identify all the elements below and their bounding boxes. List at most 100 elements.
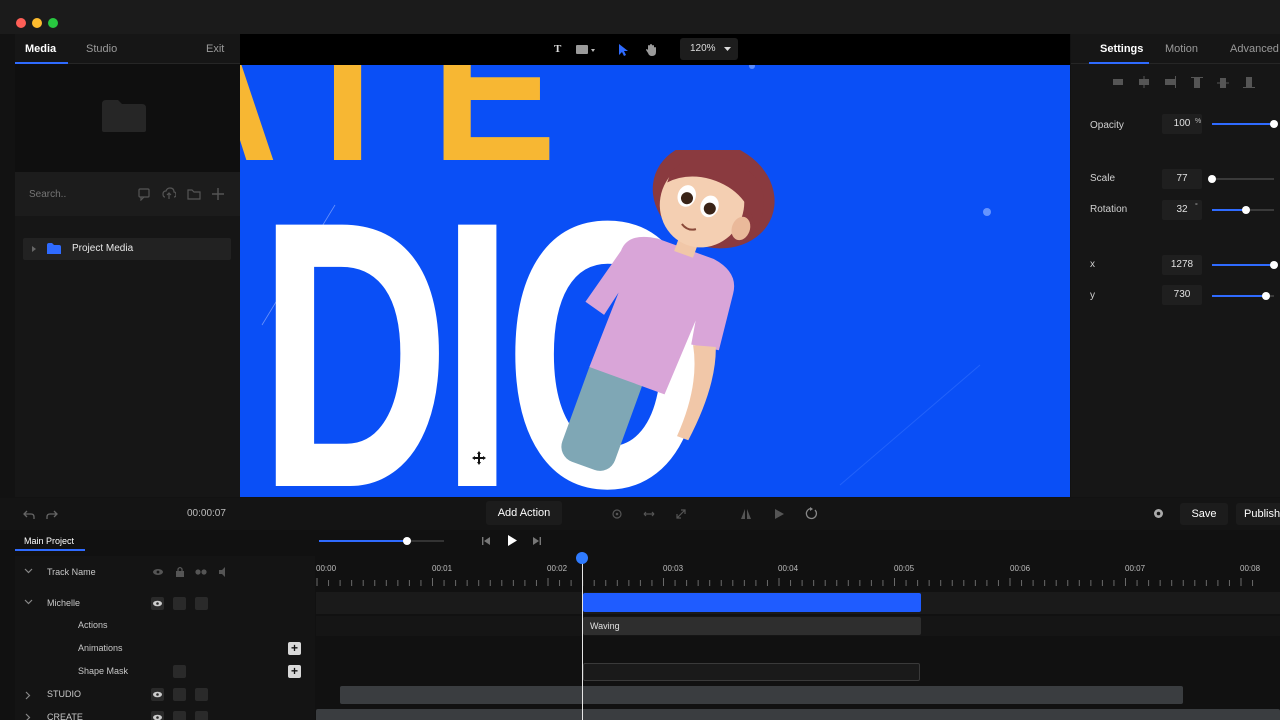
binoculars-icon[interactable]: [195, 567, 207, 576]
lock-toggle[interactable]: [173, 711, 186, 720]
visibility-toggle[interactable]: [151, 597, 164, 610]
speaker-icon[interactable]: [218, 567, 229, 577]
add-animation-button[interactable]: +: [288, 642, 301, 655]
target-icon[interactable]: [611, 508, 623, 520]
playback-handle[interactable]: [402, 537, 411, 545]
canvas-stage[interactable]: ATE DIO: [240, 65, 1070, 497]
upload-icon[interactable]: [162, 187, 176, 201]
tree-item-label: Project Media: [72, 243, 134, 254]
chevron-right-icon[interactable]: [25, 691, 31, 700]
solo-toggle[interactable]: [195, 688, 208, 701]
playback-progress-bar[interactable]: [319, 537, 444, 545]
ruler-tick-label: 00:07: [1125, 564, 1146, 573]
eye-icon[interactable]: [152, 568, 164, 576]
gear-icon[interactable]: [1152, 507, 1165, 520]
media-panel: Media Studio Exit Project Media: [15, 34, 240, 497]
redo-icon[interactable]: [46, 508, 58, 520]
close-window-button[interactable]: [16, 18, 26, 28]
skip-back-icon[interactable]: [481, 536, 491, 546]
timeline-clip-michelle[interactable]: [583, 593, 921, 612]
flip-icon[interactable]: [740, 508, 752, 520]
track-label-create[interactable]: CREATE: [47, 712, 83, 720]
hand-tool-icon[interactable]: [645, 43, 657, 57]
play-forward-icon[interactable]: [773, 508, 785, 520]
media-search-bar: [15, 172, 240, 216]
minimize-window-button[interactable]: [32, 18, 42, 28]
select-cursor-icon[interactable]: [617, 43, 629, 57]
track-label-studio[interactable]: STUDIO: [47, 689, 81, 699]
shape-tool-icon[interactable]: [575, 44, 597, 56]
tab-advanced[interactable]: Advanced: [1230, 43, 1279, 55]
lock-icon[interactable]: [175, 566, 185, 577]
media-search-input[interactable]: [29, 186, 129, 202]
play-icon[interactable]: [506, 534, 518, 547]
tab-exit[interactable]: Exit: [206, 43, 224, 55]
character-michelle[interactable]: [540, 150, 790, 490]
tab-main-project[interactable]: Main Project: [24, 536, 74, 546]
stage-particle: [983, 208, 991, 216]
x-slider[interactable]: [1212, 261, 1278, 269]
rotate-icon[interactable]: [805, 507, 818, 520]
track-label-animations[interactable]: Animations: [78, 643, 123, 653]
rotation-slider[interactable]: [1212, 206, 1274, 214]
visibility-toggle[interactable]: [151, 688, 164, 701]
timeline-tab-bar: Main Project: [15, 530, 1280, 552]
save-button[interactable]: Save: [1180, 503, 1228, 525]
tab-motion[interactable]: Motion: [1165, 43, 1198, 55]
text-tool-icon[interactable]: T: [554, 43, 561, 55]
chevron-right-icon[interactable]: [31, 245, 37, 253]
add-action-button[interactable]: Add Action: [486, 501, 562, 525]
solo-toggle[interactable]: [195, 597, 208, 610]
timeline-clip-studio[interactable]: [340, 686, 1183, 704]
add-icon[interactable]: [211, 187, 225, 201]
expand-icon[interactable]: [675, 508, 687, 520]
lock-toggle[interactable]: [173, 597, 186, 610]
zoom-select[interactable]: 120%: [680, 38, 738, 60]
timeline-ruler[interactable]: [316, 578, 1266, 586]
x-input[interactable]: 1278: [1162, 255, 1202, 275]
tab-media[interactable]: Media: [25, 43, 56, 55]
publish-button[interactable]: Publish: [1236, 503, 1280, 525]
tree-item-project-media[interactable]: Project Media: [23, 238, 231, 260]
chevron-down-icon[interactable]: [24, 568, 33, 574]
playhead-handle[interactable]: [576, 552, 588, 564]
opacity-slider[interactable]: [1212, 120, 1278, 128]
add-mask-button[interactable]: +: [288, 665, 301, 678]
folder-icon: [47, 243, 61, 254]
timeline-clip-create[interactable]: [316, 709, 1280, 720]
comment-icon[interactable]: [137, 187, 151, 201]
maximize-window-button[interactable]: [48, 18, 58, 28]
scale-input[interactable]: 77: [1162, 169, 1202, 189]
tab-settings[interactable]: Settings: [1100, 43, 1143, 55]
active-tab-indicator: [15, 549, 85, 551]
timeline-clip-action[interactable]: Waving: [583, 617, 921, 635]
slider-handle[interactable]: [1261, 292, 1270, 300]
active-tab-indicator: [1089, 62, 1149, 64]
y-slider[interactable]: [1212, 292, 1274, 300]
visibility-toggle[interactable]: [151, 711, 164, 720]
mask-toggle[interactable]: [173, 665, 186, 678]
track-label-shape-mask[interactable]: Shape Mask: [78, 666, 128, 676]
undo-icon[interactable]: [23, 508, 35, 520]
solo-toggle[interactable]: [195, 711, 208, 720]
chevron-right-icon[interactable]: [25, 713, 31, 720]
track-label-actions[interactable]: Actions: [78, 620, 108, 630]
slider-handle[interactable]: [1270, 261, 1278, 269]
properties-panel: Settings Motion Advanced Opacity 100 % S…: [1071, 34, 1280, 497]
y-input[interactable]: 730: [1162, 285, 1202, 305]
timeline-clip-mask[interactable]: [583, 663, 920, 681]
skip-forward-icon[interactable]: [532, 536, 542, 546]
ruler-tick-label: 00:01: [432, 564, 453, 573]
lock-toggle[interactable]: [173, 688, 186, 701]
slider-handle[interactable]: [1270, 120, 1278, 128]
new-folder-icon[interactable]: [187, 187, 201, 201]
scale-slider[interactable]: [1208, 175, 1274, 183]
ruler-tick-label: 00:08: [1240, 564, 1261, 573]
chevron-down-icon[interactable]: [24, 599, 33, 605]
resize-horizontal-icon[interactable]: [643, 508, 655, 520]
media-preview-area: [15, 64, 240, 172]
slider-handle[interactable]: [1242, 206, 1251, 214]
slider-handle[interactable]: [1208, 175, 1216, 183]
tab-studio[interactable]: Studio: [86, 43, 117, 55]
track-label-michelle[interactable]: Michelle: [47, 598, 80, 608]
